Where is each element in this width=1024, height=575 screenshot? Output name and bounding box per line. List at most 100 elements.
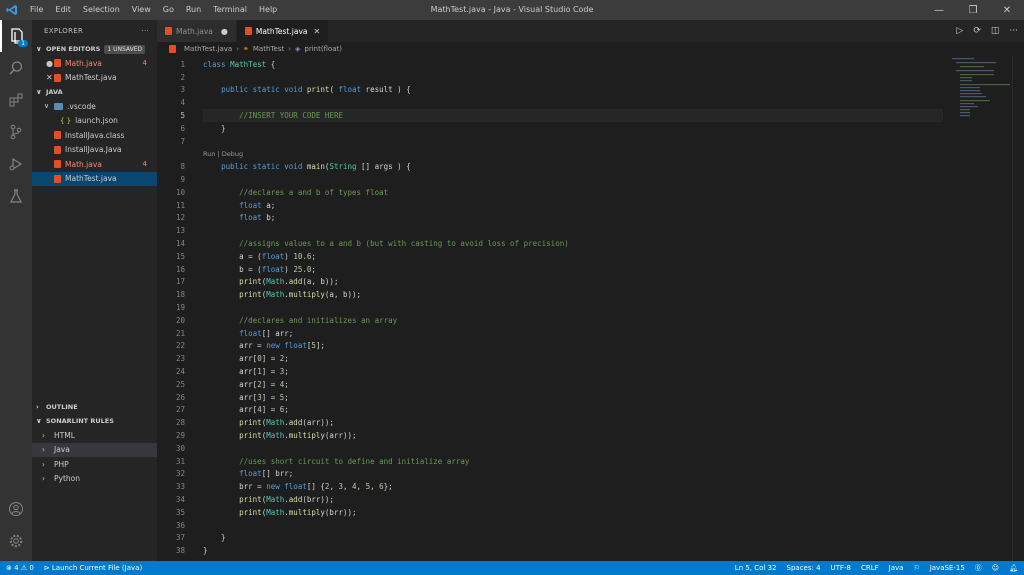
outline-section[interactable]: › OUTLINE <box>32 400 157 414</box>
menu-view[interactable]: View <box>126 0 157 20</box>
code-line[interactable]: 32 float[] brr; <box>157 468 957 481</box>
code-line[interactable]: 17 print(Math.add(a, b)); <box>157 276 957 289</box>
tab-math-java[interactable]: Math.java ● <box>157 20 237 42</box>
language-mode[interactable]: Java <box>889 564 904 572</box>
menu-go[interactable]: Go <box>157 0 180 20</box>
menu-edit[interactable]: Edit <box>49 0 77 20</box>
minimap[interactable] <box>950 56 1010 146</box>
code-line[interactable]: 26 arr[3] = 5; <box>157 391 957 404</box>
open-editor-item[interactable]: ✕ MathTest.java <box>32 71 157 86</box>
workspace-section[interactable]: ∨ JAVA <box>32 85 157 99</box>
menu-file[interactable]: File <box>24 0 49 20</box>
tree-item-launch-json[interactable]: { } launch.json <box>32 114 157 129</box>
tree-item-math-java[interactable]: Math.java 4 <box>32 157 157 172</box>
code-line[interactable]: 12 float b; <box>157 212 957 225</box>
code-line[interactable]: 24 arr[1] = 3; <box>157 365 957 378</box>
extensions-activity-button[interactable] <box>0 84 32 116</box>
code-line[interactable]: 31 //uses short circuit to define and in… <box>157 455 957 468</box>
code-line[interactable]: 3 public static void print( float result… <box>157 84 957 97</box>
code-line[interactable]: 30 <box>157 442 957 455</box>
close-window-icon[interactable]: ✕ <box>990 0 1024 20</box>
jdk-version[interactable]: JavaSE-15 <box>930 564 965 572</box>
code-line[interactable]: 25 arr[2] = 4; <box>157 378 957 391</box>
code-line[interactable]: 6 } <box>157 122 957 135</box>
open-editors-section[interactable]: ∨ OPEN EDITORS 1 UNSAVED <box>32 42 157 56</box>
line-ending[interactable]: CRLF <box>861 564 879 572</box>
testing-activity-button[interactable] <box>0 180 32 212</box>
code-line[interactable]: 15 a = (float) 10.6; <box>157 250 957 263</box>
code-line[interactable]: 28 print(Math.add(arr)); <box>157 416 957 429</box>
code-line[interactable]: 14 //assigns values to a and b (but with… <box>157 237 957 250</box>
menu-help[interactable]: Help <box>253 0 283 20</box>
tab-mathtest-java[interactable]: MathTest.java ✕ <box>236 20 330 42</box>
code-line[interactable]: 33 brr = new float[] {2, 3, 4, 5, 6}; <box>157 480 957 493</box>
code-line[interactable]: 11 float a; <box>157 199 957 212</box>
encoding[interactable]: UTF-8 <box>831 564 851 572</box>
debug-icon[interactable]: ⟳ <box>973 26 981 36</box>
editor-scrollbar[interactable] <box>1012 56 1024 561</box>
code-line[interactable]: 37 } <box>157 532 957 545</box>
code-line[interactable]: 10 //declares a and b of types float <box>157 186 957 199</box>
java-status-icon[interactable]: ⚐ <box>913 564 919 572</box>
notifications-icon[interactable]: 🔔︎ <box>1009 564 1018 572</box>
run-debug-activity-button[interactable] <box>0 148 32 180</box>
restore-icon[interactable]: ❐ <box>956 0 990 20</box>
breadcrumb-file[interactable]: MathTest.java <box>184 45 232 53</box>
sonar-item-python[interactable]: › Python <box>32 472 157 487</box>
code-line[interactable]: 34 print(Math.add(brr)); <box>157 493 957 506</box>
minimize-icon[interactable]: — <box>922 0 956 20</box>
explorer-activity-button[interactable]: 1 <box>0 20 32 52</box>
accounts-activity-button[interactable] <box>0 493 32 525</box>
code-line[interactable]: 9 <box>157 173 957 186</box>
code-line[interactable]: 13 <box>157 224 957 237</box>
sonarlint-section[interactable]: ∨ SONARLINT RULES <box>32 414 157 428</box>
feedback-icon[interactable]: ☺ <box>992 564 999 572</box>
code-line[interactable]: 21 float[] arr; <box>157 327 957 340</box>
tree-item-vscode[interactable]: ∨ .vscode <box>32 99 157 114</box>
tree-item-installjava-class[interactable]: InstallJava.class <box>32 128 157 143</box>
code-line[interactable]: 27 arr[4] = 6; <box>157 404 957 417</box>
split-editor-icon[interactable]: ◫ <box>991 26 1000 36</box>
code-line[interactable]: 19 <box>157 301 957 314</box>
open-editor-item[interactable]: ● Math.java 4 <box>32 56 157 71</box>
sonar-item-html[interactable]: › HTML <box>32 428 157 443</box>
code-line[interactable]: 7 <box>157 135 957 148</box>
more-actions-icon[interactable]: ··· <box>141 27 149 35</box>
sonar-item-java[interactable]: › Java <box>32 442 157 457</box>
indentation[interactable]: Spaces: 4 <box>787 564 821 572</box>
code-line[interactable]: 20 //declares and initializes an array <box>157 314 957 327</box>
run-debug-codelens[interactable]: Run | Debug <box>203 150 243 158</box>
code-line[interactable]: 18 print(Math.multiply(a, b)); <box>157 288 957 301</box>
code-line[interactable]: 16 b = (float) 25.0; <box>157 263 957 276</box>
cursor-position[interactable]: Ln 5, Col 32 <box>735 564 777 572</box>
code-line[interactable]: 22 arr = new float[5]; <box>157 340 957 353</box>
code-line[interactable]: 2 <box>157 71 957 84</box>
code-line[interactable]: 35 print(Math.multiply(brr)); <box>157 506 957 519</box>
code-line[interactable]: 5 //INSERT YOUR CODE HERE <box>157 109 957 122</box>
code-line[interactable]: 38} <box>157 544 957 557</box>
code-line[interactable]: 29 print(Math.multiply(arr)); <box>157 429 957 442</box>
close-icon[interactable]: ✕ <box>46 73 54 82</box>
code-editor[interactable]: 1 class MathTest {2 3 public static void p… <box>157 56 1024 561</box>
tree-item-installjava-java[interactable]: InstallJava.Java <box>32 143 157 158</box>
code-line[interactable]: 1 class MathTest { <box>157 58 957 71</box>
more-actions-icon[interactable]: ··· <box>1009 26 1018 36</box>
code-line[interactable]: 8 public static void main(String [] args… <box>157 160 957 173</box>
breadcrumb-class[interactable]: MathTest <box>253 45 284 53</box>
run-icon[interactable]: ▷ <box>956 26 963 36</box>
tree-item-mathtest-java[interactable]: MathTest.java <box>32 171 157 186</box>
close-tab-icon[interactable]: ✕ <box>313 27 320 36</box>
code-line[interactable]: 4 <box>157 96 957 109</box>
sonar-item-php[interactable]: › PHP <box>32 457 157 472</box>
code-line[interactable]: 36 <box>157 519 957 532</box>
breadcrumb-method[interactable]: print(float) <box>304 45 342 53</box>
unsaved-dot-icon[interactable]: ● <box>221 27 228 36</box>
problems-status[interactable]: ⊗ 4 ⚠ 0 <box>6 564 34 572</box>
menu-run[interactable]: Run <box>180 0 207 20</box>
menu-terminal[interactable]: Terminal <box>207 0 253 20</box>
source-control-activity-button[interactable] <box>0 116 32 148</box>
manage-activity-button[interactable] <box>0 525 32 557</box>
menu-selection[interactable]: Selection <box>77 0 126 20</box>
problems-icon[interactable]: ⓪ <box>975 563 982 573</box>
search-activity-button[interactable] <box>0 52 32 84</box>
